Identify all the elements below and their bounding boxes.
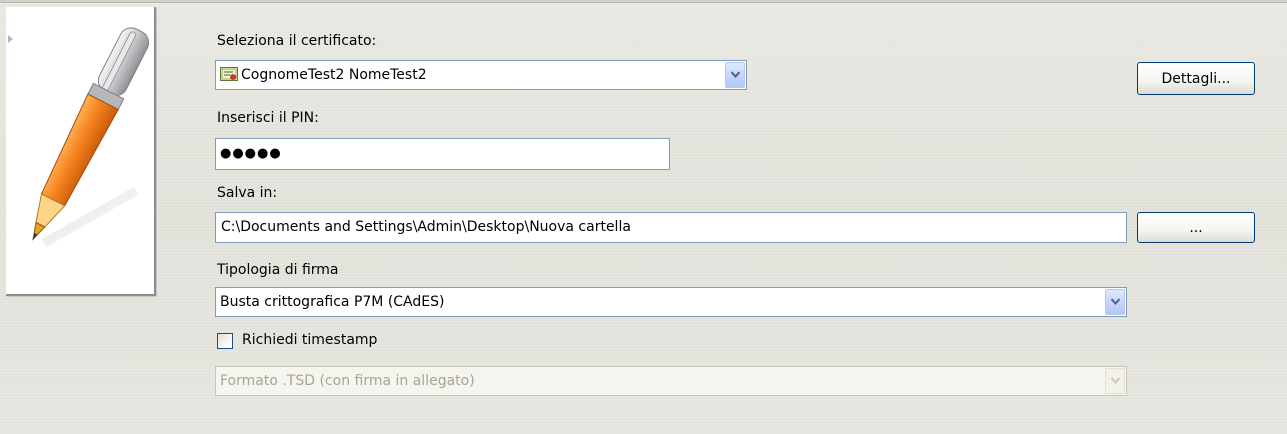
save-path-input[interactable]: C:\Documents and Settings\Admin\Desktop\…: [215, 212, 1127, 243]
signature-type-label: Tipologia di firma: [217, 262, 339, 278]
save-path-value: C:\Documents and Settings\Admin\Desktop\…: [221, 219, 631, 235]
timestamp-checkbox-label[interactable]: Richiedi timestamp: [242, 332, 377, 348]
chevron-down-icon: [1111, 377, 1120, 384]
pen-icon: [32, 27, 150, 247]
timestamp-format-value: Formato .TSD (con firma in allegato): [220, 373, 475, 389]
signature-type-dropdown-button[interactable]: [1105, 289, 1125, 315]
signature-pen-image: [6, 7, 156, 296]
pin-input[interactable]: ●●●●●: [215, 138, 670, 170]
pin-input-value: ●●●●●: [220, 146, 282, 161]
chevron-down-icon: [1111, 298, 1120, 305]
certificate-select[interactable]: CognomeTest2 NomeTest2: [215, 60, 747, 90]
certificate-dropdown-button[interactable]: [725, 62, 745, 88]
certificate-details-button[interactable]: Dettagli...: [1137, 62, 1255, 95]
certificate-icon: [220, 67, 238, 87]
timestamp-format-dropdown-button: [1105, 368, 1125, 394]
certificate-select-value: CognomeTest2 NomeTest2: [241, 67, 427, 83]
top-border: [0, 0, 1287, 3]
timestamp-checkbox[interactable]: [217, 333, 233, 349]
signature-type-select[interactable]: Busta crittografica P7M (CAdES): [215, 287, 1127, 317]
signature-type-value: Busta crittografica P7M (CAdES): [220, 294, 445, 310]
chevron-down-icon: [731, 71, 740, 78]
pin-label: Inserisci il PIN:: [217, 110, 319, 126]
save-in-label: Salva in:: [217, 185, 278, 201]
certificate-label: Seleziona il certificato:: [217, 33, 377, 49]
timestamp-format-select: Formato .TSD (con firma in allegato): [215, 366, 1127, 396]
browse-folder-button[interactable]: ...: [1137, 212, 1255, 243]
